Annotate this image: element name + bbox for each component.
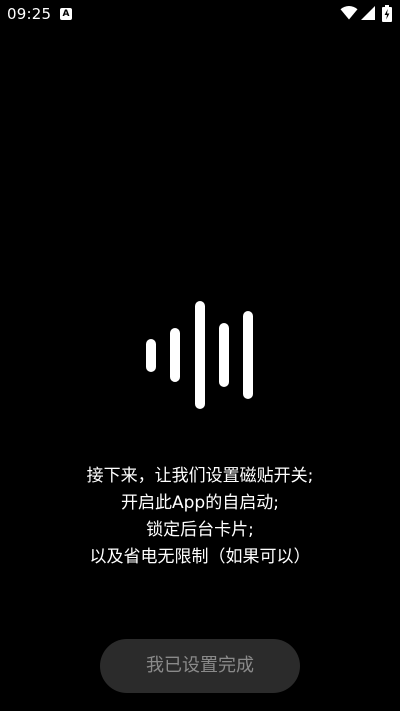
- setup-instructions: 接下来，让我们设置磁贴开关; 开启此App的自启动; 锁定后台卡片; 以及省电无…: [0, 463, 400, 571]
- wave-bar: [170, 328, 180, 382]
- wave-bar: [243, 311, 253, 399]
- sound-wave-icon: [0, 0, 400, 711]
- wave-bar: [146, 339, 156, 372]
- instruction-line-battery: 以及省电无限制（如果可以）: [89, 547, 311, 567]
- signal-icon: [361, 6, 375, 20]
- font-a-icon: A: [60, 8, 72, 20]
- battery-charging-icon: [382, 5, 392, 22]
- wave-bar: [219, 323, 229, 387]
- wave-bar: [195, 301, 205, 409]
- instruction-line-tile: 接下来，让我们设置磁贴开关;: [86, 466, 314, 486]
- instruction-line-autostart: 开启此App的自启动;: [121, 493, 279, 513]
- status-bar: 09:25 A: [0, 0, 400, 28]
- status-time: 09:25: [7, 5, 52, 23]
- instruction-line-lock-card: 锁定后台卡片;: [146, 520, 254, 540]
- setup-done-button[interactable]: 我已设置完成: [100, 639, 300, 693]
- wifi-icon: [340, 6, 358, 20]
